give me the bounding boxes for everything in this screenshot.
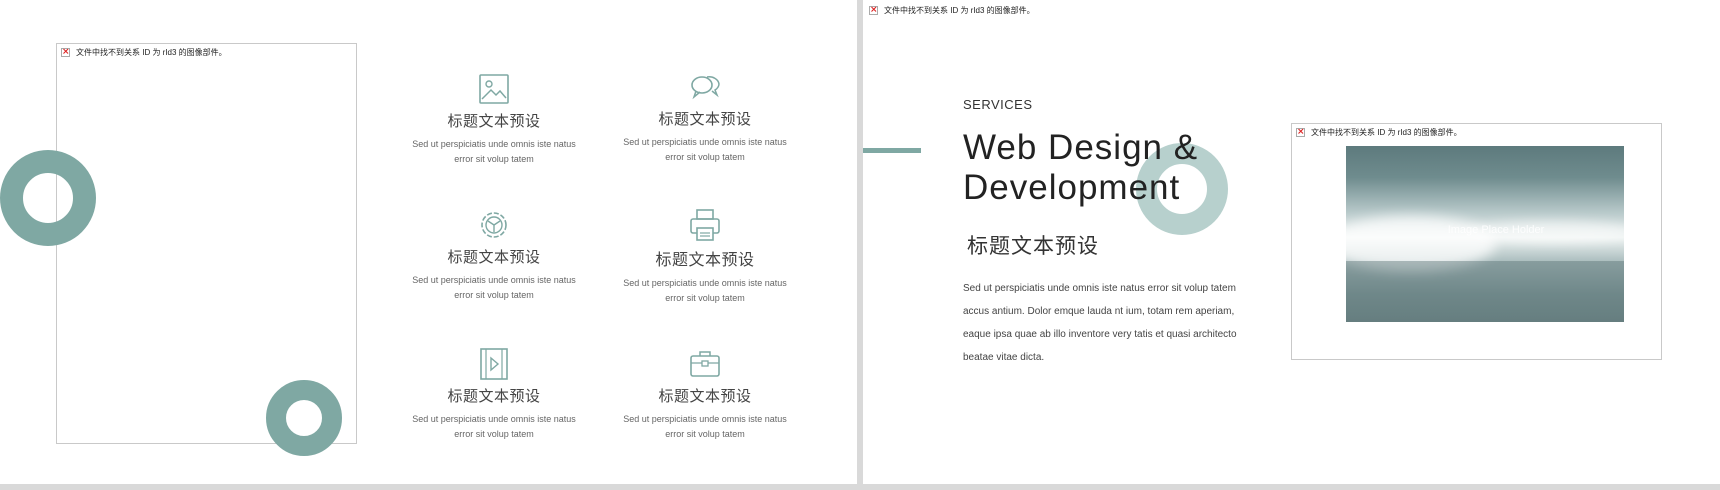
service-item: 标题文本预设 Sed ut perspiciatis unde omnis is… xyxy=(399,347,589,442)
service-desc: Sed ut perspiciatis unde omnis iste natu… xyxy=(623,137,787,162)
image-icon xyxy=(477,72,511,106)
title-line-1: Web Design & xyxy=(963,128,1199,167)
broken-image-icon: × xyxy=(869,5,878,15)
service-title: 标题文本预设 xyxy=(658,388,752,405)
broken-image-icon: × xyxy=(1296,127,1305,137)
video-film-icon xyxy=(477,347,511,381)
service-desc: Sed ut perspiciatis unde omnis iste natu… xyxy=(412,275,576,300)
service-item: 标题文本预设 Sed ut perspiciatis unde omnis is… xyxy=(610,347,800,442)
broken-image-text: 文件中找不到关系 ID 为 rId3 的图像部件。 xyxy=(76,48,227,57)
broken-image-text: 文件中找不到关系 ID 为 rId3 的图像部件。 xyxy=(1311,128,1462,137)
service-desc: Sed ut perspiciatis unde omnis iste natu… xyxy=(412,414,576,439)
printer-icon xyxy=(688,208,722,242)
section-label: SERVICES xyxy=(963,97,1033,112)
slide-right: × 文件中找不到关系 ID 为 rId3 的图像部件。 SERVICES Web… xyxy=(863,0,1720,484)
service-title: 标题文本预设 xyxy=(658,111,752,128)
service-desc: Sed ut perspiciatis unde omnis iste natu… xyxy=(623,278,787,303)
wave-photo: Image Place Holder xyxy=(1346,146,1624,322)
service-title: 标题文本预设 xyxy=(447,113,541,130)
body-paragraph: Sed ut perspiciatis unde omnis iste natu… xyxy=(963,283,1237,363)
title-line-2: Development xyxy=(963,168,1181,207)
toolbox-icon xyxy=(688,347,722,381)
service-item: 标题文本预设 Sed ut perspiciatis unde omnis is… xyxy=(610,70,800,165)
chinese-subtitle: 标题文本预设 xyxy=(967,235,1099,258)
page-title: Web Design & Development xyxy=(963,128,1198,208)
service-title: 标题文本预设 xyxy=(447,388,541,405)
broken-image-icon: × xyxy=(61,47,70,57)
service-item: 标题文本预设 Sed ut perspiciatis unde omnis is… xyxy=(610,208,800,306)
service-item: 标题文本预设 Sed ut perspiciatis unde omnis is… xyxy=(399,72,589,167)
service-title: 标题文本预设 xyxy=(655,252,755,269)
decorative-ring-large xyxy=(0,150,96,246)
service-item: 标题文本预设 Sed ut perspiciatis unde omnis is… xyxy=(399,208,589,303)
broken-image-placeholder-top: × 文件中找不到关系 ID 为 rId3 的图像部件。 xyxy=(865,2,1035,16)
accent-bar xyxy=(863,148,921,153)
service-desc: Sed ut perspiciatis unde omnis iste natu… xyxy=(412,139,576,164)
decorative-ring-small xyxy=(266,380,342,456)
service-title: 标题文本预设 xyxy=(447,249,541,266)
chat-bubbles-icon xyxy=(688,70,722,104)
service-desc: Sed ut perspiciatis unde omnis iste natu… xyxy=(623,414,787,439)
broken-image-placeholder: × 文件中找不到关系 ID 为 rId3 的图像部件。 Image Place … xyxy=(1291,123,1662,360)
image-placeholder-text: Image Place Holder xyxy=(1447,224,1545,236)
broken-image-text: 文件中找不到关系 ID 为 rId3 的图像部件。 xyxy=(884,6,1035,15)
gear-icon xyxy=(477,208,511,242)
slide-left: × 文件中找不到关系 ID 为 rId3 的图像部件。 标题文本预设 Sed u… xyxy=(0,0,857,484)
